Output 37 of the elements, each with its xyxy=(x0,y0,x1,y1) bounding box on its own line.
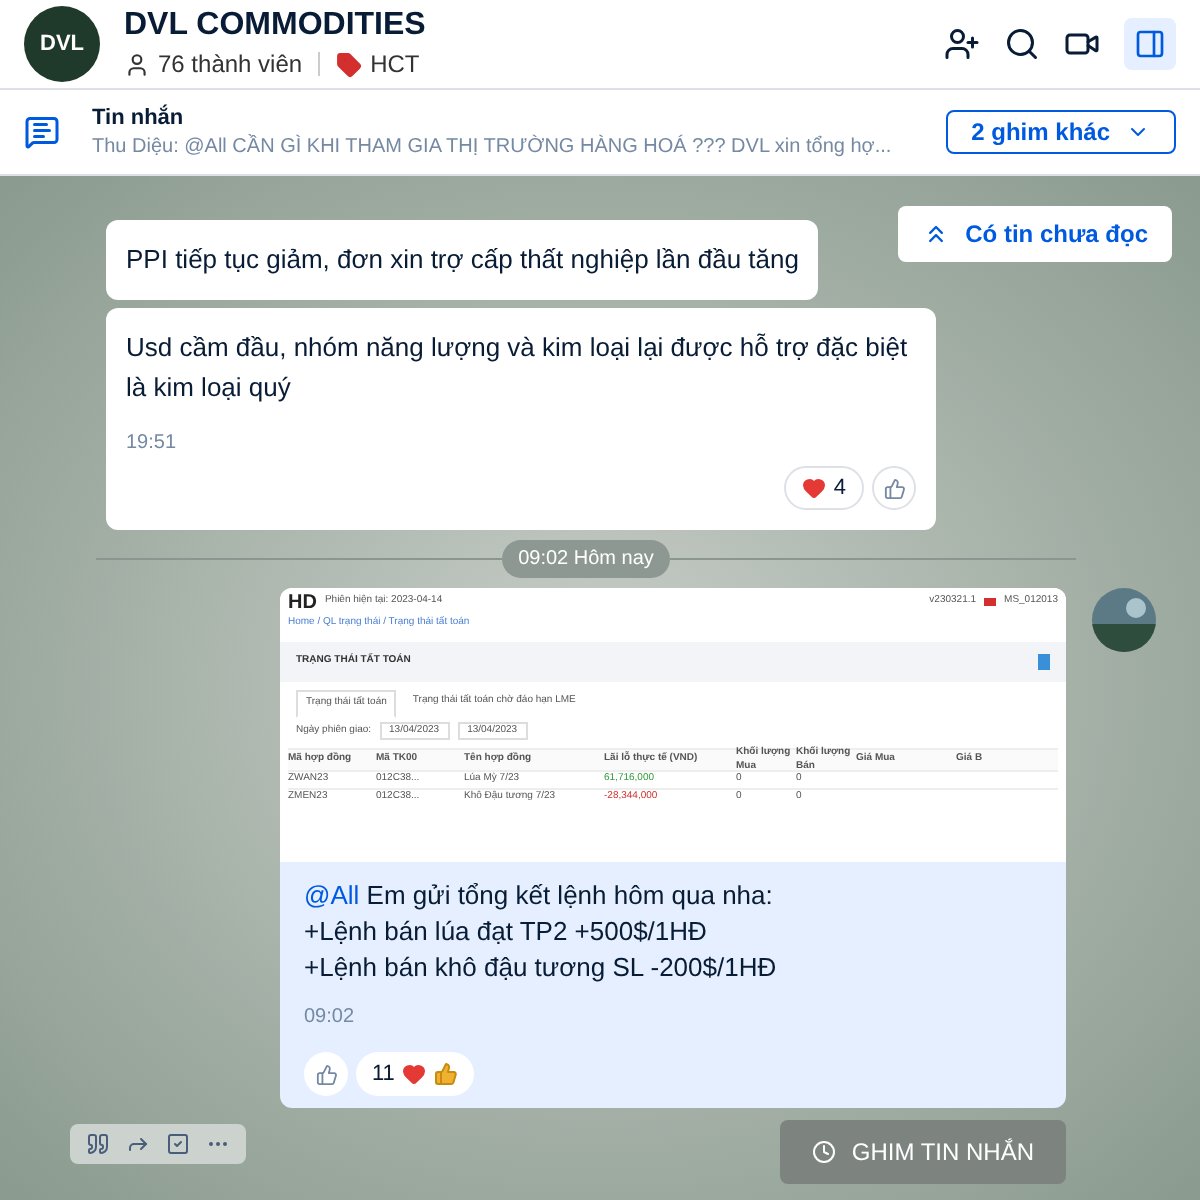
thumbs-up-icon xyxy=(883,477,905,499)
heart-icon xyxy=(801,476,826,500)
message-text: @All Em gửi tổng kết lệnh hôm qua nha: +Lệnh bán lúa đạt TP2 +500$/1HĐ +Lệnh bán khô đậu tương SL -200$/1HĐ xyxy=(304,878,779,986)
pinned-label: Tin nhắn xyxy=(92,102,184,134)
pin-message-button[interactable]: GHIM TIN NHẮN xyxy=(779,1120,1066,1184)
more-pins-button[interactable]: 2 ghim khác xyxy=(945,110,1176,154)
panel-icon xyxy=(1134,28,1166,60)
reaction-badge[interactable]: 11 xyxy=(356,1052,475,1096)
flag-icon xyxy=(984,598,997,606)
like-button[interactable] xyxy=(304,1052,348,1096)
sidebar-toggle-button[interactable] xyxy=(1124,18,1176,70)
thumbs-up-icon xyxy=(434,1062,459,1086)
search-icon[interactable] xyxy=(1004,26,1040,62)
add-member-icon[interactable] xyxy=(944,26,980,62)
clock-icon xyxy=(811,1140,836,1164)
member-icon xyxy=(124,51,150,77)
group-avatar: DVL xyxy=(24,6,100,82)
forward-icon[interactable] xyxy=(126,1132,150,1156)
message-text: PPI tiếp tục giảm, đơn xin trợ cấp thất nghiệp lần đầu tăng xyxy=(126,242,799,278)
group-name: DVL COMMODITIES xyxy=(124,6,426,46)
reaction-badge[interactable]: 4 xyxy=(783,466,864,510)
heart-icon xyxy=(402,1062,427,1086)
unread-button[interactable]: Có tin chưa đọc xyxy=(897,206,1172,262)
group-tag[interactable]: HCT xyxy=(370,46,420,82)
shared-screenshot[interactable] xyxy=(280,588,1066,862)
task-icon[interactable] xyxy=(166,1132,190,1156)
message-time: 19:51 xyxy=(126,430,179,458)
pinned-preview[interactable]: Thu Diệu: @All CẦN GÌ KHI THAM GIA THỊ TRƯỜNG HÀNG HOÁ ??? DVL xin tổng hợ... xyxy=(92,134,892,163)
quote-icon[interactable] xyxy=(86,1132,110,1156)
message-icon xyxy=(24,114,60,150)
thumbs-up-icon xyxy=(315,1063,337,1085)
message-time: 09:02 xyxy=(304,1004,357,1032)
app-brand: HD xyxy=(288,589,317,617)
member-count[interactable]: 76 thành viên xyxy=(158,46,303,82)
message-text: Usd cầm đầu, nhóm năng lượng và kim loại lại được hỗ trợ đặc biệt là kim loại quý xyxy=(126,330,910,406)
like-button[interactable] xyxy=(872,466,916,510)
tag-icon xyxy=(336,51,363,77)
